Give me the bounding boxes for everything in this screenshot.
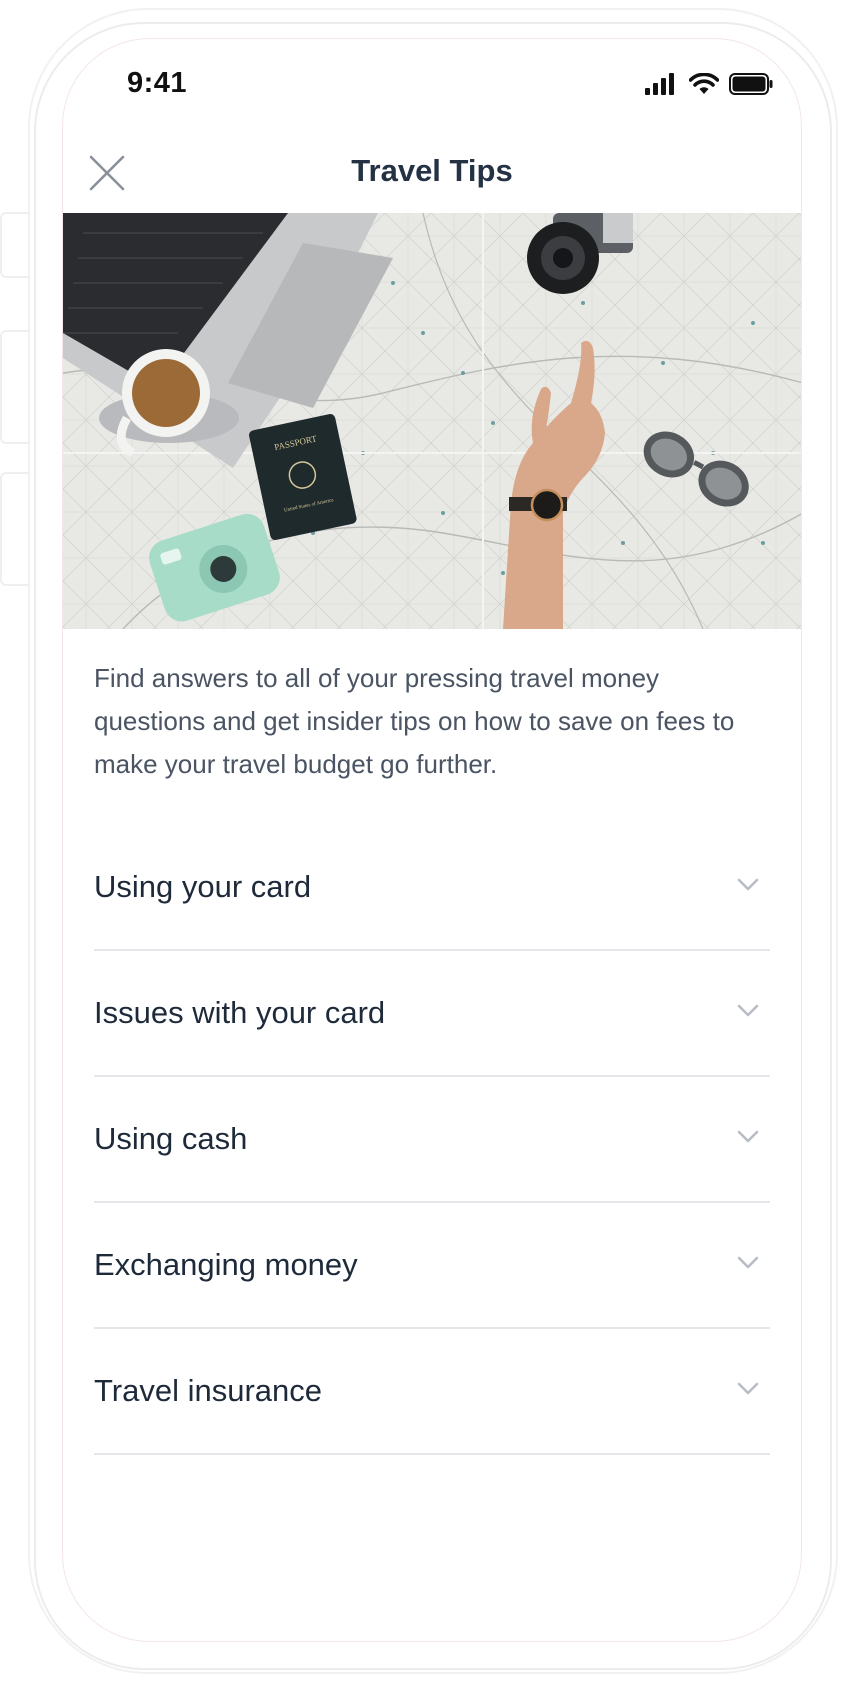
faq-item-issues-with-your-card[interactable]: Issues with your card [94, 951, 770, 1077]
faq-item-exchanging-money[interactable]: Exchanging money [94, 1203, 770, 1329]
faq-list: Using your card Issues with your card Us… [94, 825, 770, 1455]
chevron-down-icon [737, 1256, 759, 1269]
chevron-down-icon [737, 878, 759, 891]
device-volume-down [0, 472, 30, 586]
chevron-down-icon [737, 1004, 759, 1017]
faq-item-label: Using your card [94, 869, 312, 904]
faq-item-label: Exchanging money [94, 1247, 358, 1282]
faq-item-using-cash[interactable]: Using cash [94, 1077, 770, 1203]
faq-item-travel-insurance[interactable]: Travel insurance [94, 1329, 770, 1455]
device-volume-up [0, 330, 30, 444]
page-title: Travel Tips [351, 153, 513, 188]
status-icons [645, 73, 773, 95]
battery-icon [729, 73, 773, 95]
chevron-down-icon [737, 1130, 759, 1143]
nav-bar: Travel Tips [63, 139, 801, 211]
wifi-icon [689, 73, 719, 94]
phone-screen: 9:41 Travel Tips PASSPORT United States … [62, 38, 802, 1642]
device-mute-switch [0, 212, 30, 278]
faq-item-label: Travel insurance [94, 1373, 323, 1408]
cellular-signal-icon [645, 73, 674, 95]
faq-item-using-your-card[interactable]: Using your card [94, 825, 770, 951]
intro-text: Find answers to all of your pressing tra… [94, 663, 735, 779]
faq-item-label: Issues with your card [94, 995, 386, 1030]
status-bar: 9:41 [63, 39, 801, 129]
chevron-down-icon [737, 1382, 759, 1395]
faq-item-label: Using cash [94, 1121, 248, 1156]
hero-image: PASSPORT United States of America [63, 213, 801, 629]
hero-illustration: PASSPORT United States of America [63, 213, 801, 629]
status-time: 9:41 [127, 67, 188, 99]
